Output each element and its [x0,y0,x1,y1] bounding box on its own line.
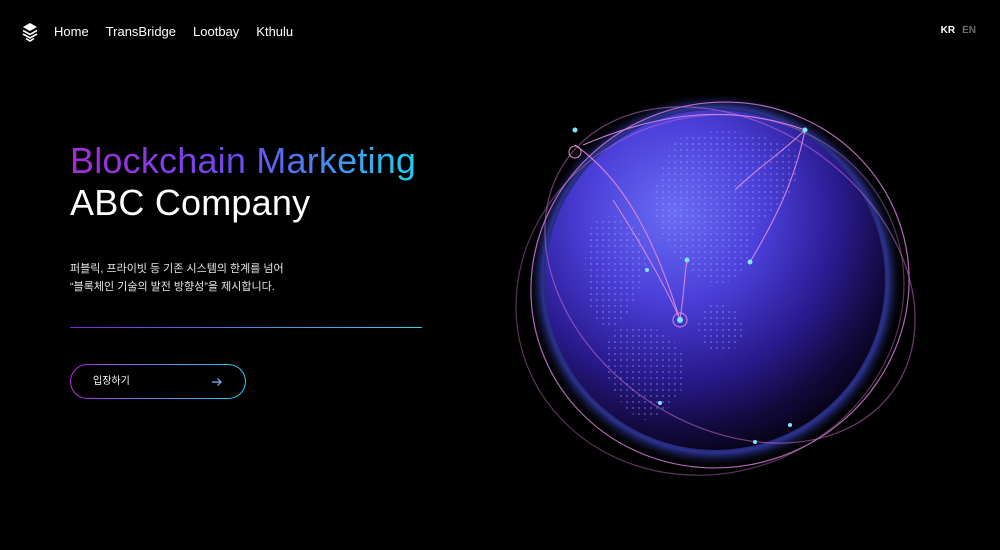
nav-item-lootbay[interactable]: Lootbay [193,23,239,41]
nav-item-transbridge[interactable]: TransBridge [106,23,176,41]
hero-title-gradient: Blockchain Marketing [70,140,417,181]
hero-title-company: ABC Company [70,182,311,223]
globe-illustration [515,92,916,476]
enter-button[interactable]: 입장하기 [70,364,246,399]
hero-description-line1: 퍼블릭, 프라이빗 등 기존 시스템의 한계를 넘어 [70,263,284,275]
lang-en[interactable]: EN [962,25,976,36]
enter-button-label: 입장하기 [93,376,130,387]
hero-description-line2: “블록체인 기술의 발전 방향성”을 제시합니다. [70,281,275,293]
logo-icon[interactable] [20,22,40,42]
hero-description: 퍼블릭, 프라이빗 등 기존 시스템의 한계를 넘어 “블록체인 기술의 발전 … [70,260,284,296]
arrow-right-icon [212,378,222,386]
lang-kr[interactable]: KR [941,25,955,36]
gradient-divider [70,327,422,328]
language-switcher: KR EN [941,25,976,36]
nav-item-kthulu[interactable]: Kthulu [256,23,293,41]
nav-item-home[interactable]: Home [54,23,89,41]
main-nav: Home TransBridge Lootbay Kthulu [54,23,293,41]
